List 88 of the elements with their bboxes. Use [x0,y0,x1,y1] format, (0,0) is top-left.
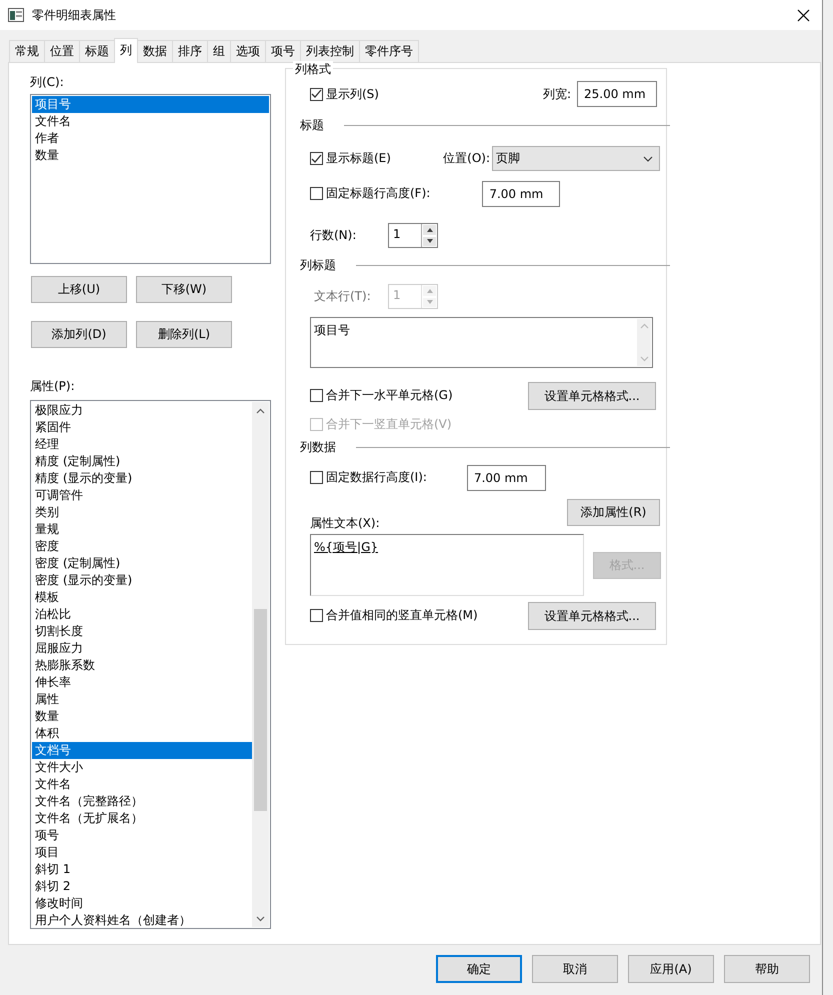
list-label: 属性(P): [30,378,75,395]
list-item[interactable]: 体积 [32,725,252,742]
button[interactable]: 删除列(L) [136,321,232,348]
section-title: 列标题 [300,257,336,274]
list-item[interactable]: 屈服应力 [32,640,252,657]
list-item[interactable]: 精度 (定制属性) [32,453,252,470]
section-title: 标题 [300,117,324,134]
list-item[interactable]: 量规 [32,521,252,538]
checkbox[interactable] [310,88,323,100]
scrollbar[interactable] [252,402,269,927]
list-item[interactable]: 密度 (定制属性) [32,555,252,572]
list-item[interactable]: 作者 [32,130,269,147]
button[interactable]: 确定 [436,955,522,983]
checkbox[interactable] [310,389,323,402]
list-item[interactable]: 可调管件 [32,487,252,504]
list-item[interactable]: 项目 [32,844,252,861]
checkbox-label: 合并值相同的竖直单元格(M) [326,607,478,624]
list-item[interactable]: 修改时间 [32,895,252,912]
scroll-down-icon[interactable] [256,916,265,922]
list-item[interactable]: 属性 [32,691,252,708]
format-cells-button[interactable]: 设置单元格格式... [528,382,656,410]
group-title: 列格式 [293,61,333,78]
property-text[interactable]: %{项号|G} [314,539,378,556]
format-cells-button[interactable]: 设置单元格格式... [528,602,656,630]
list-item[interactable]: 类别 [32,504,252,521]
spin-down-icon[interactable] [426,239,432,244]
list-item[interactable]: 热膨胀系数 [32,657,252,674]
add-property-button[interactable]: 添加属性(R) [567,499,660,526]
checkbox-label: 合并下一竖直单元格(V) [326,416,452,433]
close-icon[interactable] [797,8,810,22]
checkbox[interactable] [310,609,323,622]
list-item[interactable]: 项号 [32,827,252,844]
list-item[interactable]: 文件名 [32,776,252,793]
checkbox-label: 合并下一水平单元格(G) [326,387,453,404]
list-item[interactable]: 密度 (显示的变量) [32,572,252,589]
chevron-down-icon [643,156,653,162]
checkbox-label: 固定标题行高度(F): [326,185,430,202]
list-item[interactable]: 文件名（无扩展名） [32,810,252,827]
tab[interactable]: 零件序号 [359,40,419,62]
scroll-up-icon[interactable] [256,408,265,414]
list-item[interactable]: 经理 [32,436,252,453]
field-label: 属性文本(X): [310,515,380,532]
checkbox[interactable] [310,187,323,200]
list-item[interactable]: 切割长度 [32,623,252,640]
button[interactable]: 帮助 [724,955,810,983]
list-label: 列(C): [30,74,64,91]
field-label: 位置(O): [443,150,490,167]
list-item[interactable]: 斜切 2 [32,878,252,895]
list-item[interactable]: 极限应力 [32,402,252,419]
field-label: 文本行(T): [314,288,372,305]
list-item[interactable]: 文件名 [32,113,269,130]
dropdown[interactable]: 页脚 [492,146,660,171]
tab[interactable]: 常规 [9,40,45,62]
list-item[interactable]: 密度 [32,538,252,555]
window-title: 零件明细表属性 [32,6,116,24]
list-item[interactable]: 文档号 [32,742,252,759]
button[interactable]: 下移(W) [136,276,232,303]
checkbox-label: 显示标题(E) [326,150,391,167]
list-item[interactable]: 模板 [32,589,252,606]
field-label: 行数(N): [310,227,358,244]
list-item[interactable]: 精度 (显示的变量) [32,470,252,487]
list-item[interactable]: 项目号 [32,96,269,113]
spin-field[interactable]: 1 [388,223,438,248]
checkbox-label: 固定数据行高度(I): [326,469,427,486]
spin-up-icon[interactable] [426,228,432,232]
list-item[interactable]: 数量 [32,147,269,164]
input-field[interactable]: 7.00 mm [482,181,560,207]
list-item[interactable]: 文件名（完整路径） [32,793,252,810]
window-icon [8,8,24,22]
button[interactable]: 添加列(D) [31,321,127,348]
tab[interactable]: 列 [114,38,138,63]
section-title: 列数据 [300,439,336,456]
field-label: 列宽: [542,86,571,102]
button[interactable]: 应用(A) [628,955,714,983]
checkbox[interactable] [310,152,323,165]
list-item[interactable]: 用户个人资料姓名（创建者） [32,912,252,929]
input-field[interactable]: 25.00 mm [577,81,657,107]
list-item[interactable]: 伸长率 [32,674,252,691]
list-item[interactable]: 数量 [32,708,252,725]
list-item[interactable]: 斜切 1 [32,861,252,878]
button[interactable]: 取消 [532,955,618,983]
checkbox[interactable] [310,471,323,484]
button[interactable]: 上移(U) [31,276,127,303]
list-item[interactable]: 泊松比 [32,606,252,623]
list-item[interactable]: 文件大小 [32,759,252,776]
input-field[interactable]: 7.00 mm [466,465,546,491]
list-item[interactable]: 紧固件 [32,419,252,436]
checkbox-label: 显示列(S) [326,86,379,102]
